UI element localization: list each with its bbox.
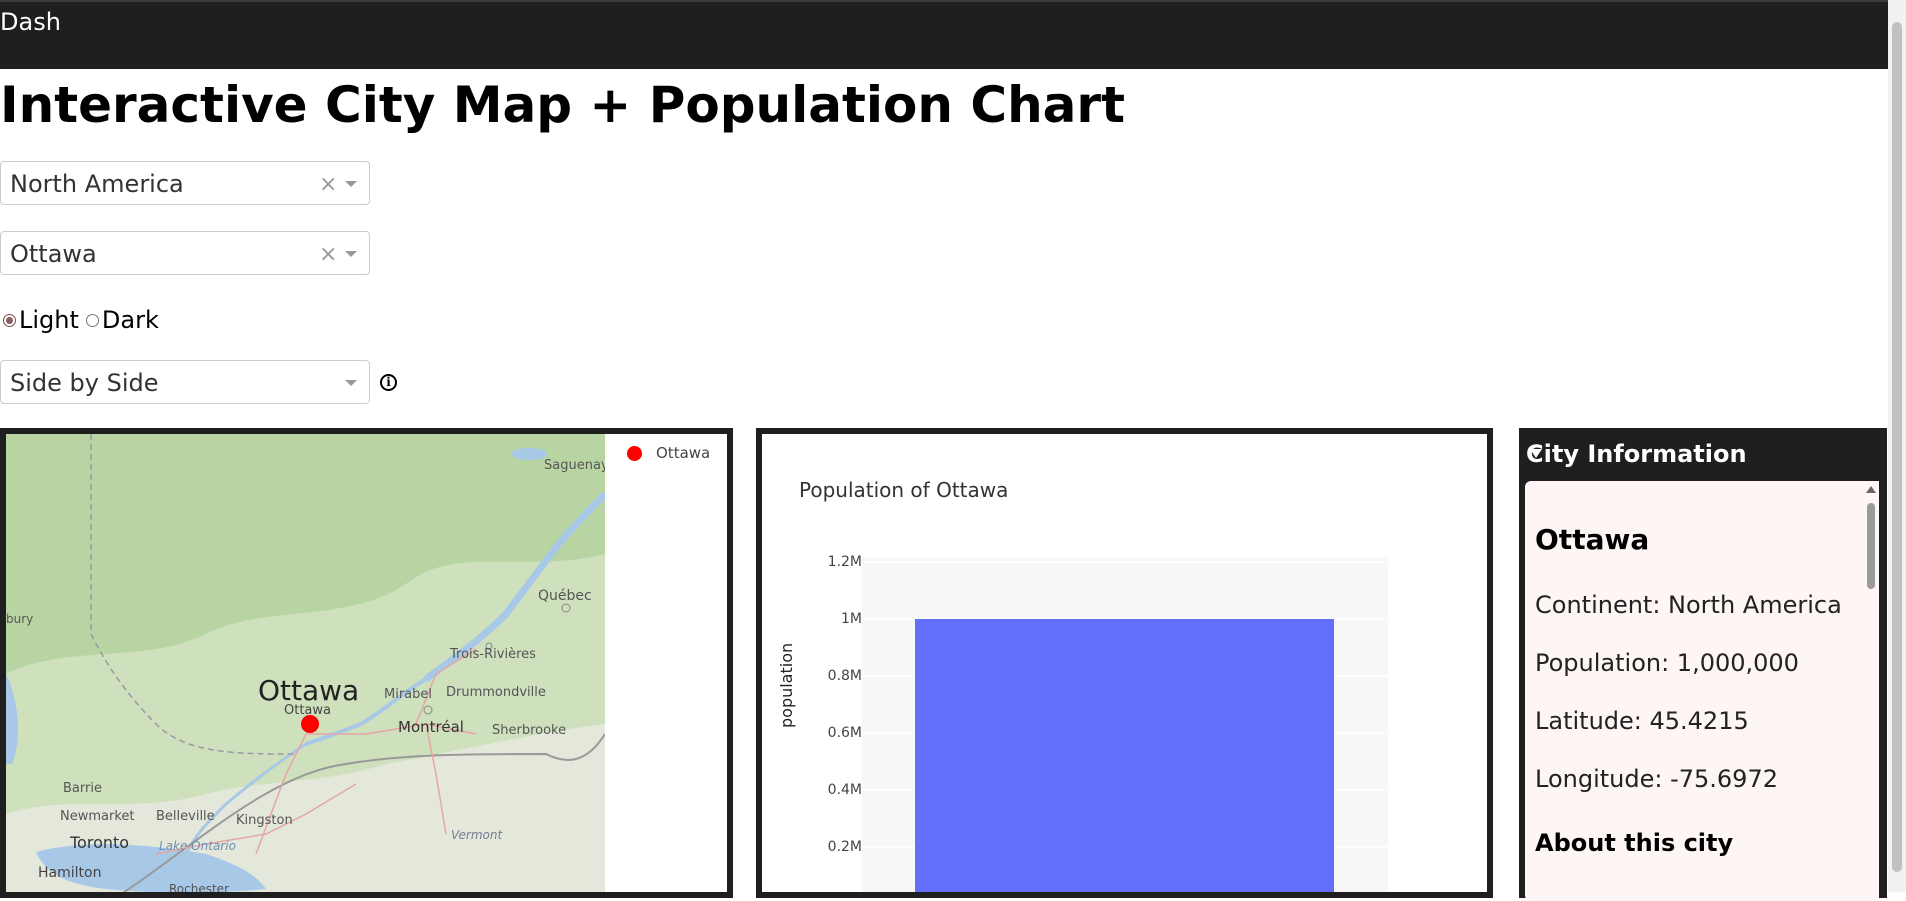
map-label-sherbrooke: Sherbrooke xyxy=(492,723,566,738)
app-brand: Dash xyxy=(0,8,61,36)
scroll-thumb[interactable] xyxy=(1867,503,1875,589)
layout-dropdown[interactable]: Side by Side xyxy=(0,360,370,404)
map-label-vermont: Vermont xyxy=(451,828,503,842)
map-label-lake-ontario: Lake Ontario xyxy=(159,839,236,853)
chart-ytick: 1M xyxy=(841,611,862,627)
map-label-newmarket: Newmarket xyxy=(60,809,135,824)
chevron-down-icon[interactable] xyxy=(345,251,357,257)
city-value: Ottawa xyxy=(10,240,97,268)
map-label-rochester: Rochester xyxy=(169,882,229,896)
chart-plot[interactable] xyxy=(862,558,1388,892)
page-scroll-thumb[interactable] xyxy=(1892,22,1902,872)
radio-dark-label[interactable]: Dark xyxy=(102,306,159,334)
chevron-down-icon[interactable] xyxy=(345,380,357,386)
map-label-bury: bury xyxy=(6,612,33,626)
map-label-trois-rivieres: Trois-Rivières xyxy=(449,647,536,662)
map-legend-item[interactable]: Ottawa xyxy=(627,444,710,462)
map-label-barrie: Barrie xyxy=(63,781,102,796)
chart-ytick: 1.2M xyxy=(827,554,862,570)
layout-value: Side by Side xyxy=(10,369,159,397)
about-city-heading: About this city xyxy=(1535,829,1734,857)
map-label-toronto: Toronto xyxy=(69,833,129,852)
map-label-hamilton: Hamilton xyxy=(38,865,101,881)
page-title: Interactive City Map + Population Chart xyxy=(0,76,1125,134)
chart-ytick: 0.8M xyxy=(827,668,862,684)
radio-light-label[interactable]: Light xyxy=(19,306,79,334)
continent-clear-icon[interactable]: × xyxy=(319,172,337,197)
city-longitude: Longitude: -75.6972 xyxy=(1535,765,1778,793)
theme-radio-group: Light Dark xyxy=(0,303,159,337)
map-canvas[interactable]: Saguenay Québec bury Trois-Rivières Otta… xyxy=(6,434,605,898)
radio-light[interactable] xyxy=(3,313,16,327)
map-legend-label: Ottawa xyxy=(656,444,711,462)
top-navbar: Dash xyxy=(0,0,1906,69)
city-info-header[interactable]: City Information xyxy=(1526,440,1747,468)
map-label-kingston: Kingston xyxy=(236,813,293,828)
city-info-body: Ottawa Continent: North America Populati… xyxy=(1525,481,1868,901)
radio-dark[interactable] xyxy=(85,313,99,327)
chart-ytick: 0.2M xyxy=(827,839,862,855)
city-clear-icon[interactable]: × xyxy=(319,242,337,267)
city-latitude: Latitude: 45.4215 xyxy=(1535,707,1749,735)
scroll-up-icon[interactable] xyxy=(1866,486,1876,493)
legend-marker-icon xyxy=(627,445,642,461)
page-scrollbar[interactable] xyxy=(1888,0,1906,892)
map-label-belleville: Belleville xyxy=(156,809,215,824)
map-label-saguenay: Saguenay xyxy=(544,458,605,473)
map-label-drummondville: Drummondville xyxy=(446,685,546,700)
chart-ytick: 0.6M xyxy=(827,725,862,741)
chart-ylabel: population xyxy=(777,642,796,728)
chart-title: Population of Ottawa xyxy=(799,478,1009,502)
continent-value: North America xyxy=(10,170,184,198)
city-marker[interactable] xyxy=(301,715,319,733)
chart-ytick: 0.4M xyxy=(827,782,862,798)
city-continent: Continent: North America xyxy=(1535,591,1842,619)
map-label-mirabel: Mirabel xyxy=(384,687,432,702)
chart-bar-ottawa[interactable] xyxy=(915,619,1334,892)
chevron-down-icon[interactable] xyxy=(345,181,357,187)
city-info-scrollbar[interactable] xyxy=(1863,481,1879,901)
city-population: Population: 1,000,000 xyxy=(1535,649,1799,677)
city-dropdown[interactable]: Ottawa × xyxy=(0,231,370,275)
continent-dropdown[interactable]: North America × xyxy=(0,161,370,205)
map-panel: Saguenay Québec bury Trois-Rivières Otta… xyxy=(0,428,733,898)
info-icon[interactable]: i xyxy=(380,374,397,391)
map-label-montreal: Montréal xyxy=(398,718,464,736)
city-name: Ottawa xyxy=(1535,523,1650,556)
map-label-quebec: Québec xyxy=(538,588,592,604)
